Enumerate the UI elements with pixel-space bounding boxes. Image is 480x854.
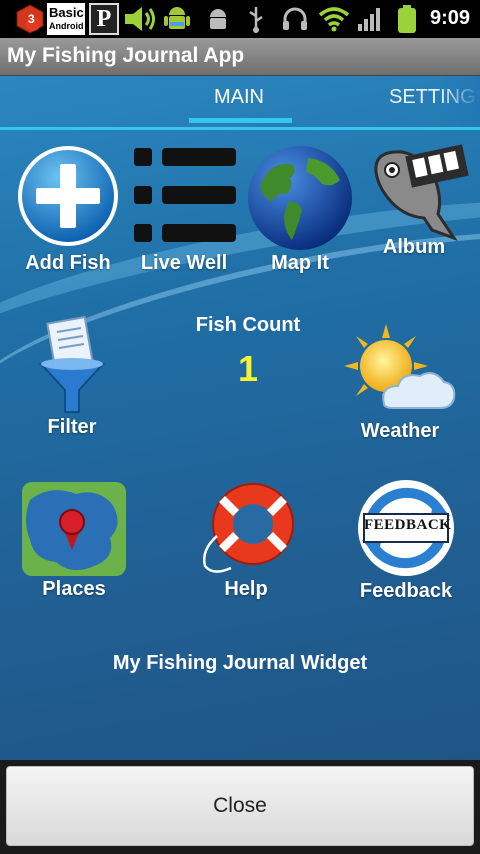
live-well-button[interactable]: Live Well: [126, 144, 242, 275]
places-button[interactable]: Places: [18, 480, 130, 601]
help-button[interactable]: Help: [190, 480, 302, 601]
close-button[interactable]: Close: [6, 766, 474, 846]
main-panel: MAIN SETTINGS Add Fish Live Well Map It …: [0, 76, 480, 760]
close-button-label: Close: [213, 794, 267, 817]
signal-icon: [358, 8, 380, 31]
android-debug-icon: [210, 9, 226, 29]
p-icon: P: [89, 3, 119, 35]
status-time: 9:09: [429, 7, 470, 29]
widget-title: My Fishing Journal Widget: [112, 652, 368, 674]
headphones-icon: [283, 7, 307, 30]
wifi-icon: [318, 7, 350, 32]
status-bar: 3 Basic Android P 9:09: [0, 0, 480, 38]
basic-android-icon: Basic Android: [47, 3, 85, 35]
basic-android-text: Basic: [49, 5, 84, 20]
help-label: Help: [224, 578, 268, 600]
tab-bar: MAIN SETTINGS: [0, 76, 480, 130]
add-plus-icon: [18, 146, 118, 246]
weather-button[interactable]: Weather: [342, 324, 458, 443]
usb-icon: [249, 7, 263, 33]
bottom-bar: Close: [0, 760, 480, 854]
filter-funnel-icon: [38, 316, 106, 413]
tab-fade: [440, 76, 480, 126]
tab-indicator: [189, 118, 292, 123]
fish-count-label: Fish Count: [195, 314, 301, 336]
app-title: My Fishing Journal App: [7, 44, 245, 67]
battery-icon: [398, 5, 416, 33]
live-well-label: Live Well: [140, 252, 228, 274]
fish-count-value: 1: [237, 348, 259, 389]
title-bar: My Fishing Journal App: [0, 38, 480, 76]
notification-count: 3: [28, 12, 35, 26]
album-button[interactable]: Album: [356, 142, 472, 259]
basic-android-subtext: Android: [49, 21, 84, 31]
tab-divider: [0, 127, 480, 130]
filter-button[interactable]: Filter: [20, 316, 124, 439]
tab-main[interactable]: MAIN: [214, 86, 264, 109]
feedback-label: Feedback: [359, 580, 453, 602]
add-fish-button[interactable]: Add Fish: [10, 144, 126, 275]
add-fish-label: Add Fish: [25, 252, 111, 274]
map-it-button[interactable]: Map It: [242, 144, 358, 275]
places-map-icon: [22, 482, 126, 576]
fish-photo-icon: [374, 144, 469, 241]
list-icon: [134, 148, 236, 242]
feedback-badge-text: FEEDBACK: [364, 517, 452, 533]
weather-sun-cloud-icon: [344, 324, 456, 409]
places-label: Places: [42, 578, 106, 600]
weather-label: Weather: [360, 420, 440, 442]
globe-icon: [248, 146, 352, 250]
filter-label: Filter: [47, 416, 97, 438]
p-icon-label: P: [96, 6, 112, 32]
volume-icon: [125, 7, 155, 31]
android-robot-icon: [164, 7, 190, 29]
map-it-label: Map It: [271, 252, 329, 274]
life-ring-icon: [203, 483, 294, 573]
feedback-button[interactable]: FEEDBACK Feedback: [350, 476, 462, 603]
